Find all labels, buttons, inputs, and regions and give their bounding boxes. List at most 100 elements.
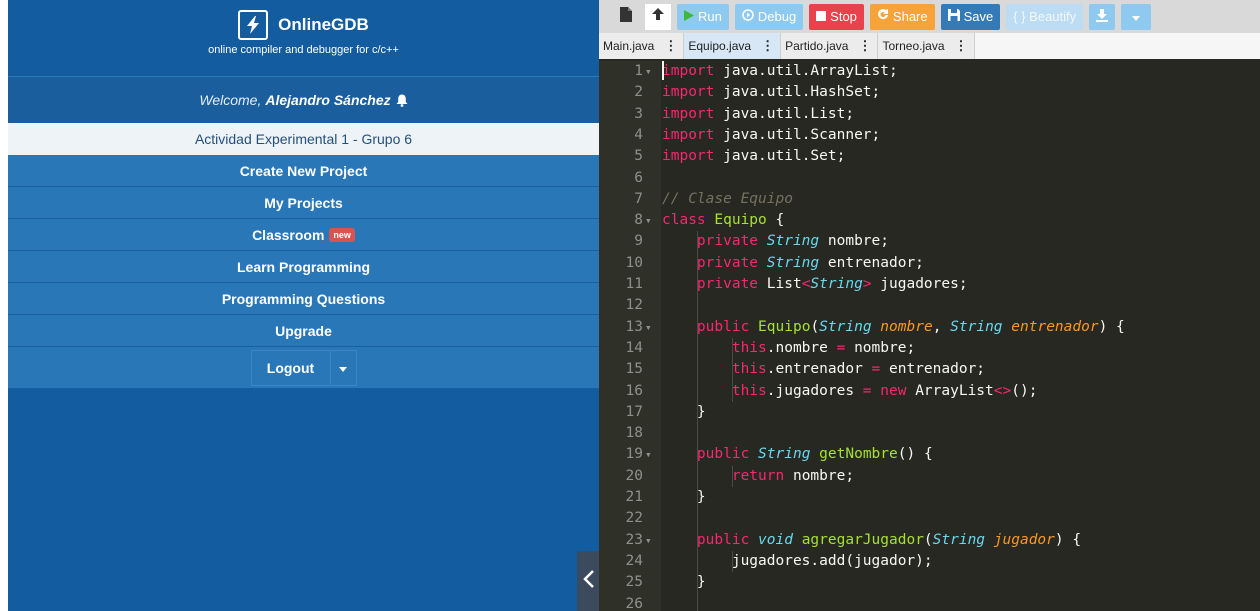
code-token: = xyxy=(862,382,872,399)
tab-equipo-java[interactable]: Equipo.java ⋮ xyxy=(684,33,782,59)
code-token: jugadores; xyxy=(871,276,968,292)
tab-menu-icon[interactable]: ⋮ xyxy=(761,38,774,54)
upload-button[interactable] xyxy=(645,3,671,30)
line-number: 2 xyxy=(634,84,643,101)
code-line: 22 xyxy=(599,508,1260,529)
code-token: nombre; xyxy=(784,467,855,484)
code-line: 20 return nombre; xyxy=(599,466,1260,487)
code-line: 6 xyxy=(599,168,1260,189)
logout-button[interactable]: Logout xyxy=(251,350,330,385)
save-button[interactable]: Save xyxy=(940,3,1001,30)
code-line: 25 } xyxy=(599,572,1260,593)
new-file-button[interactable] xyxy=(613,4,639,30)
upgrade-link[interactable]: Upgrade xyxy=(8,315,599,347)
project-title[interactable]: Actividad Experimental 1 - Grupo 6 xyxy=(8,123,599,155)
share-button[interactable]: Share xyxy=(869,3,935,30)
user-name[interactable]: Alejandro Sánchez xyxy=(265,92,390,108)
fold-toggle-icon[interactable]: ▾ xyxy=(645,210,652,231)
brand-name: OnlineGDB xyxy=(278,15,369,34)
code-token: getNombre xyxy=(819,446,898,463)
brand-tagline: online compiler and debugger for c/c++ xyxy=(208,44,399,56)
learn-programming-link[interactable]: Learn Programming xyxy=(8,251,599,283)
code-line: 16 this.jugadores = new ArrayList<>(); xyxy=(599,381,1260,402)
code-token: this xyxy=(731,361,767,378)
logout-button-group: Logout xyxy=(250,349,357,386)
fold-toggle-icon[interactable]: ▾ xyxy=(645,444,652,465)
caret-down-icon xyxy=(1132,9,1141,24)
code-text: } xyxy=(662,402,706,423)
welcome-bar: Welcome, Alejandro Sánchez xyxy=(8,76,599,123)
code-token: java.util.Set; xyxy=(714,148,846,165)
download-button[interactable] xyxy=(1089,3,1116,30)
bell-icon[interactable] xyxy=(396,94,408,107)
tab-partido-java[interactable]: Partido.java ⋮ xyxy=(781,33,879,59)
code-line: 21 } xyxy=(599,487,1260,508)
upload-icon xyxy=(651,7,665,26)
line-number: 5 xyxy=(634,148,643,165)
beautify-label: { } Beautify xyxy=(1013,9,1077,24)
floppy-save-icon xyxy=(947,9,960,24)
indent-guide xyxy=(731,465,733,487)
classroom-link[interactable]: Classroom new xyxy=(8,219,599,251)
code-text: jugadores.add(jugador); xyxy=(662,551,933,572)
code-line: 2 import java.util.HashSet; xyxy=(599,82,1260,103)
collapse-sidebar-button[interactable] xyxy=(577,551,600,611)
debug-label: Debug xyxy=(757,9,797,24)
fold-toggle-icon[interactable]: ▾ xyxy=(645,530,652,551)
line-number: 11 xyxy=(625,276,643,292)
file-tabs: Main.java ⋮ Equipo.java ⋮ Partido.java ⋮ Torne… xyxy=(599,33,1260,59)
code-token: entrenador; xyxy=(880,361,986,378)
code-token: // Clase Equipo xyxy=(662,190,793,207)
my-projects-link[interactable]: My Projects xyxy=(8,187,599,219)
code-token: jugadores.add(jugador); xyxy=(662,552,933,569)
tab-menu-icon[interactable]: ⋮ xyxy=(664,38,677,54)
code-text: } xyxy=(662,572,706,593)
code-text: import java.util.ArrayList; xyxy=(662,61,898,82)
code-line: 10 private String entrenador; xyxy=(599,253,1260,274)
brand-link[interactable]: OnlineGDB xyxy=(8,10,599,40)
line-number: 12 xyxy=(625,297,643,314)
toolbar: Run Debug Stop Share Save {} Beautify xyxy=(599,0,1260,33)
sidebar: OnlineGDB online compiler and debugger f… xyxy=(8,0,599,611)
code-token: Equipo xyxy=(714,212,767,229)
run-button[interactable]: Run xyxy=(677,3,729,30)
logout-dropdown-toggle[interactable] xyxy=(329,350,356,385)
code-line: 12 xyxy=(599,295,1260,316)
debug-icon xyxy=(742,9,754,24)
code-text: this.nombre = nombre; xyxy=(662,338,915,359)
code-token: class xyxy=(662,212,706,229)
code-text: private List<String> jugadores; xyxy=(662,274,968,295)
code-token: Equipo xyxy=(758,318,811,335)
code-line: 9 private String nombre; xyxy=(599,231,1260,252)
code-text: import java.util.List; xyxy=(662,104,854,125)
fold-toggle-icon[interactable]: ▾ xyxy=(645,317,652,338)
brand-header: OnlineGDB online compiler and debugger f… xyxy=(8,0,599,76)
code-editor[interactable]: 1 ▾ import java.util.ArrayList; 2 import jav… xyxy=(599,59,1260,611)
line-number: 21 xyxy=(625,489,643,505)
tab-menu-icon[interactable]: ⋮ xyxy=(858,38,871,54)
code-line: 23 ▾ public void agregarJugador(String ju… xyxy=(599,530,1260,551)
file-icon xyxy=(620,6,632,27)
create-new-project-link[interactable]: Create New Project xyxy=(8,155,599,187)
code-token: String xyxy=(810,276,863,292)
beautify-button[interactable]: { } Beautify xyxy=(1006,3,1084,30)
tab-label: Torneo.java xyxy=(882,39,945,53)
code-line: 14 this.nombre = nombre; xyxy=(599,338,1260,359)
code-token: java.util.List; xyxy=(714,105,855,122)
classroom-label: Classroom xyxy=(252,226,325,243)
fold-toggle-icon[interactable]: ▾ xyxy=(645,61,652,82)
download-icon xyxy=(1096,8,1109,25)
stop-button[interactable]: Stop xyxy=(809,3,864,30)
welcome-label: Welcome, xyxy=(199,92,262,108)
tab-menu-icon[interactable]: ⋮ xyxy=(955,38,968,54)
debug-button[interactable]: Debug xyxy=(734,3,804,30)
tab-torneo-java[interactable]: Torneo.java ⋮ xyxy=(878,33,975,59)
code-text: public Equipo(String nombre, String entr… xyxy=(662,317,1125,338)
code-text: public void agregarJugador(String jugado… xyxy=(662,530,1081,551)
programming-questions-link[interactable]: Programming Questions xyxy=(8,283,599,315)
tab-main-java[interactable]: Main.java ⋮ xyxy=(599,33,685,59)
more-options-button[interactable] xyxy=(1121,3,1152,30)
code-line: 13 ▾ public Equipo(String nombre, String … xyxy=(599,317,1260,338)
